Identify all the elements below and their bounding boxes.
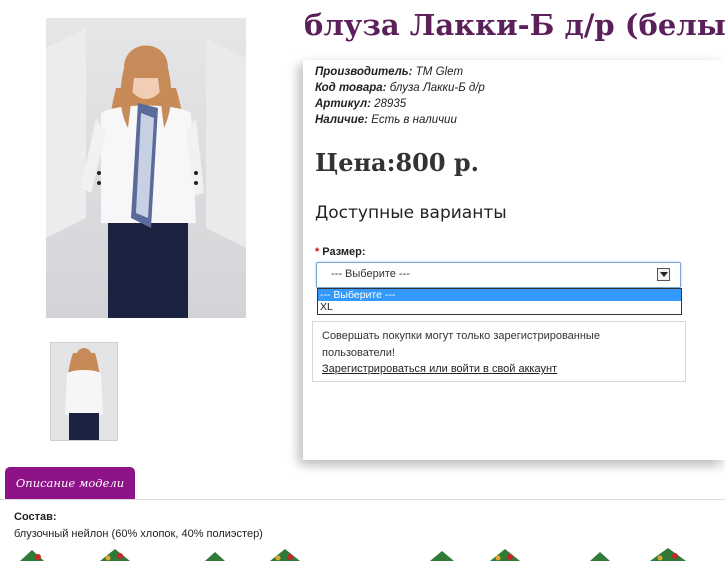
spec-label: Наличие: [315, 114, 368, 126]
chevron-down-icon[interactable] [657, 268, 670, 281]
spec-product-code: Код товара: блуза Лакки-Б д/р [315, 82, 485, 94]
required-mark: * [315, 246, 320, 258]
spec-value: Есть в наличии [371, 114, 457, 126]
product-photo-model [46, 28, 246, 318]
product-info-panel: Производитель: ТМ Glem Код товара: блуза… [303, 60, 725, 460]
product-title: блуза Лакки-Б д/р (белый) [304, 8, 725, 42]
holiday-garland-decoration [0, 548, 725, 561]
spec-label: Производитель: [315, 66, 413, 78]
spec-value: блуза Лакки-Б д/р [389, 82, 485, 94]
tab-divider [0, 499, 725, 500]
spec-availability: Наличие: Есть в наличии [315, 114, 457, 126]
spec-manufacturer: Производитель: ТМ Glem [315, 66, 463, 78]
product-thumbnail[interactable] [50, 342, 118, 441]
size-option-xl[interactable]: XL [318, 301, 681, 313]
size-label-text: Размер: [322, 246, 366, 258]
size-select[interactable]: --- Выберите --- [316, 262, 681, 288]
garland-graphic [20, 548, 686, 561]
size-select-value: --- Выберите --- [331, 268, 410, 280]
tab-description[interactable]: Описание модели [5, 467, 135, 499]
login-register-link[interactable]: Зарегистрироваться или войти в свой акка… [322, 363, 557, 375]
spec-value: 28935 [374, 98, 407, 110]
spec-label: Код товара: [315, 82, 387, 94]
spec-label: Артикул: [315, 98, 371, 110]
product-main-image[interactable] [46, 18, 246, 318]
description-heading: Состав: [14, 511, 57, 523]
description-text: блузочный нейлон (60% хлопок, 40% полиэс… [14, 528, 263, 540]
login-notice-message: Совершать покупки могут только зарегистр… [322, 330, 600, 359]
spec-article: Артикул: 28935 [315, 98, 406, 110]
spec-value: ТМ Glem [415, 66, 464, 78]
product-price: Цена:800 р. [315, 148, 480, 177]
variants-heading: Доступные варианты [315, 203, 507, 223]
thumbnail-photo [65, 348, 103, 440]
size-option-placeholder[interactable]: --- Выберите --- [318, 289, 681, 301]
size-dropdown-list: --- Выберите --- XL [317, 288, 682, 315]
size-label: * Размер: [315, 246, 366, 258]
login-notice: Совершать покупки могут только зарегистр… [312, 321, 686, 382]
